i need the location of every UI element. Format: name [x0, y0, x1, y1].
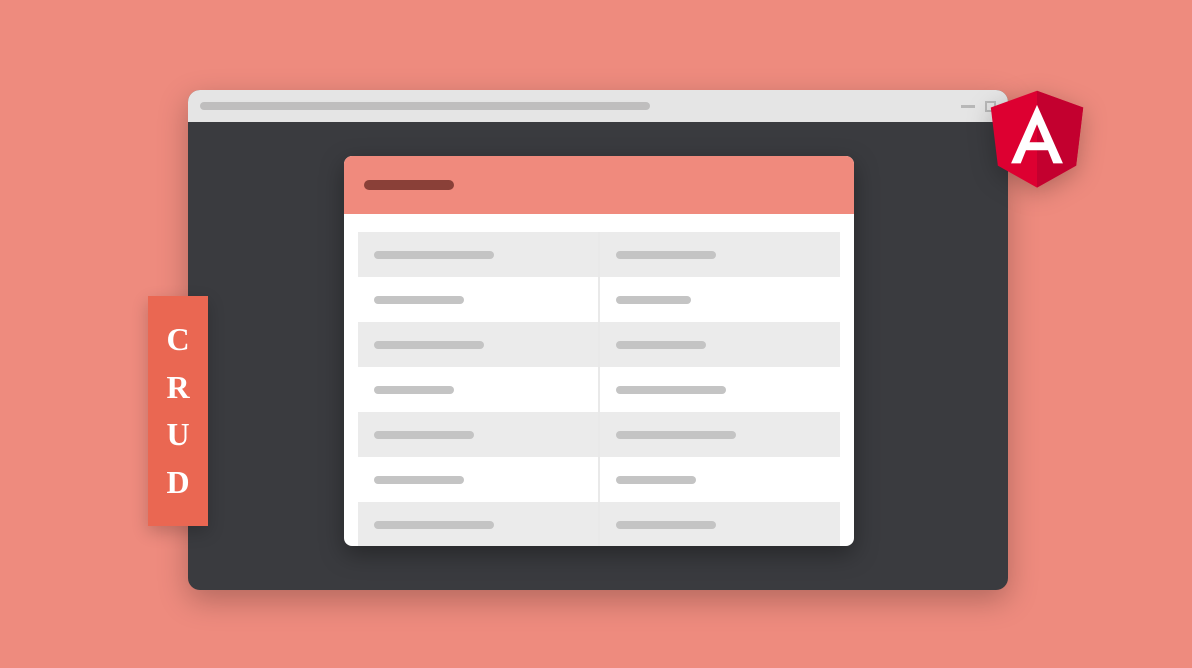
table-cell — [600, 322, 840, 367]
table-cell — [358, 502, 598, 546]
table-cell — [600, 412, 840, 457]
table-col-left — [358, 232, 600, 546]
card-body — [344, 214, 854, 546]
crud-r: R — [166, 369, 189, 406]
data-card — [344, 156, 854, 546]
table-col-right — [600, 232, 840, 546]
table-cell — [358, 232, 598, 277]
table-cell — [358, 412, 598, 457]
card-title-placeholder — [364, 180, 454, 190]
table-cell — [600, 232, 840, 277]
url-bar[interactable] — [200, 102, 650, 110]
browser-titlebar — [188, 90, 1008, 122]
table-cell — [600, 277, 840, 322]
crud-d: D — [166, 464, 189, 501]
table-cell — [600, 502, 840, 546]
crud-badge: C R U D — [148, 296, 208, 526]
table-cell — [358, 277, 598, 322]
crud-u: U — [166, 416, 189, 453]
card-header — [344, 156, 854, 214]
table-cell — [600, 367, 840, 412]
angular-logo-icon — [982, 78, 1092, 196]
crud-c: C — [166, 321, 189, 358]
table-cell — [600, 457, 840, 502]
minimize-icon[interactable] — [961, 105, 975, 108]
table-cell — [358, 457, 598, 502]
table-cell — [358, 322, 598, 367]
browser-window — [188, 90, 1008, 590]
table-cell — [358, 367, 598, 412]
data-table — [358, 232, 840, 546]
